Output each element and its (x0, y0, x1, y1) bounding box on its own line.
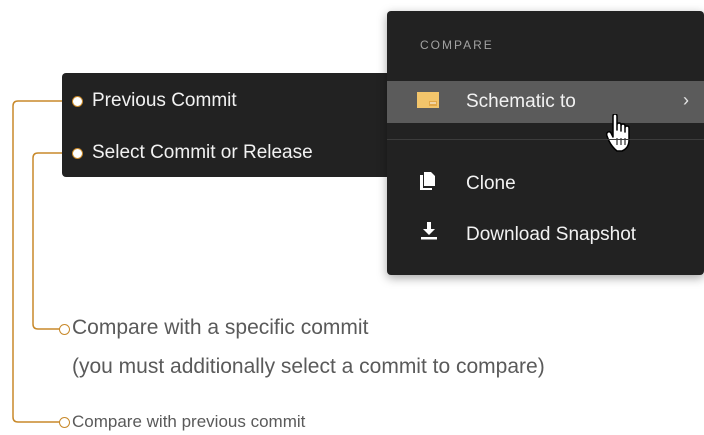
compare-section-header: COMPARE (420, 38, 494, 52)
menu-item-label: Download Snapshot (466, 224, 637, 245)
submenu-dot-previous (72, 96, 83, 107)
menu-item-download-snapshot[interactable]: Download Snapshot (387, 214, 704, 256)
callout-dot-specific (59, 324, 70, 335)
clone-icon (420, 172, 436, 196)
menu-item-schematic-to[interactable]: Schematic to › (387, 81, 704, 123)
download-icon (420, 222, 438, 246)
menu-item-label: Clone (466, 173, 516, 194)
menu-divider (387, 139, 704, 140)
callout-previous-commit: Compare with previous commit (72, 412, 306, 431)
schematic-icon (417, 91, 439, 115)
hand-cursor-icon (606, 114, 630, 152)
menu-item-label: Schematic to (466, 91, 576, 112)
callout-specific-commit-line2: (you must additionally select a commit t… (72, 355, 545, 378)
callout-dot-previous (59, 417, 70, 428)
submenu-item-select-commit[interactable]: Select Commit or Release (92, 142, 313, 164)
submenu-item-previous-commit[interactable]: Previous Commit (92, 90, 237, 112)
callout-specific-commit-line1: Compare with a specific commit (72, 316, 369, 339)
menu-item-clone[interactable]: Clone (387, 163, 704, 205)
submenu-dot-select (72, 148, 83, 159)
chevron-right-icon: › (683, 90, 689, 110)
